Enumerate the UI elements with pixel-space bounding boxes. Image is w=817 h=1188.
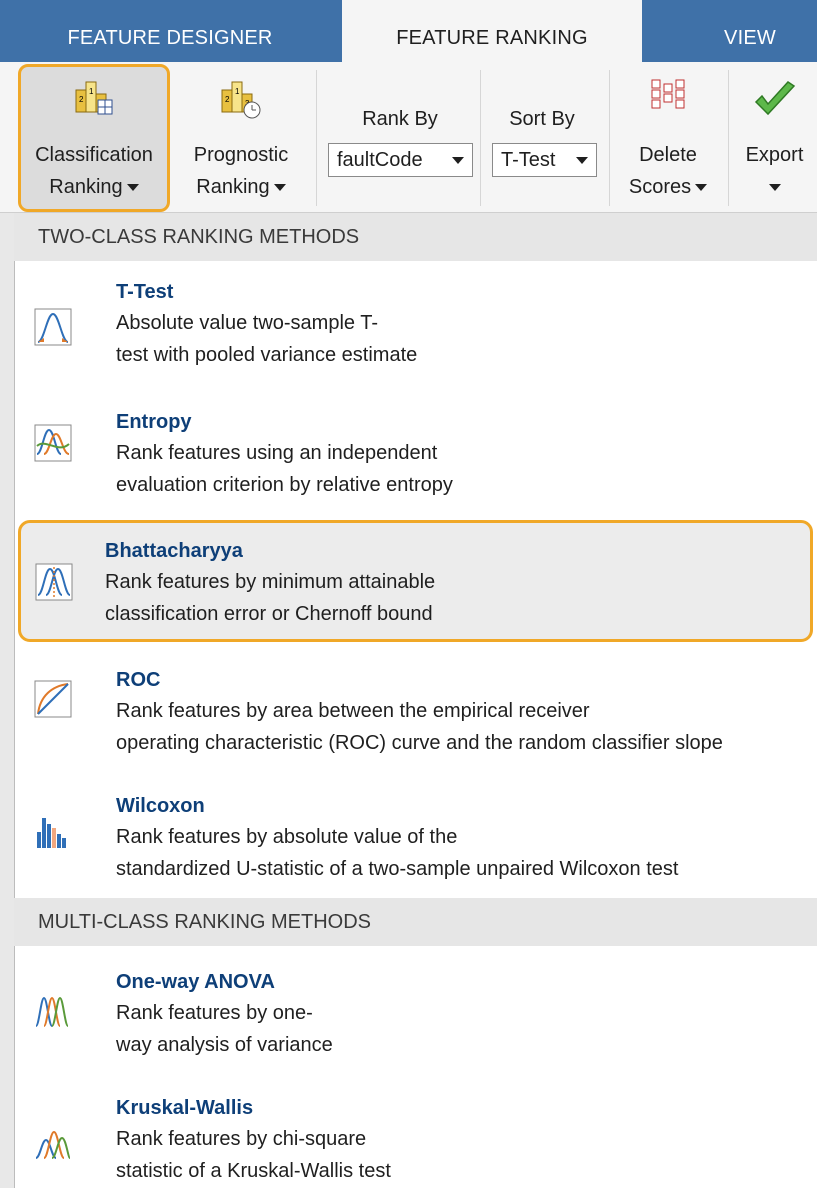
- menu-item-bhattacharyya[interactable]: Bhattacharyya Rank features by minimum a…: [18, 520, 813, 642]
- t-test-desc-2: test with pooled variance estimate: [116, 344, 418, 366]
- rank-by-label: Rank By: [362, 108, 438, 130]
- separator: [728, 70, 729, 206]
- kruskal-wallis-desc-2: statistic of a Kruskal-Wallis test: [116, 1160, 391, 1182]
- svg-text:1: 1: [235, 87, 240, 96]
- delete-scores-label-1: Delete: [639, 144, 697, 166]
- export-label: Export: [745, 144, 804, 166]
- t-test-title: T-Test: [116, 281, 174, 303]
- svg-text:2: 2: [225, 95, 230, 104]
- kruskal-wallis-title: Kruskal-Wallis: [116, 1097, 254, 1119]
- prognostic-ranking-label-2: Ranking: [176, 172, 306, 202]
- menu-item-wilcoxon[interactable]: Wilcoxon Rank features by absolute value…: [14, 782, 817, 892]
- menu-item-t-test[interactable]: T-Test Absolute value two-sample T- test…: [14, 268, 817, 378]
- entropy-icon: [34, 424, 72, 462]
- roc-icon: [34, 680, 72, 718]
- classification-ranking-button[interactable]: 2 1 3 Classification Ranking: [18, 62, 170, 212]
- delete-scores-icon: [651, 79, 685, 109]
- rank-by-value: faultCode: [337, 149, 423, 171]
- kruskal-wallis-desc-1: Rank features by chi-square: [116, 1128, 367, 1150]
- ranking-clock-icon: 2 1 3: [221, 81, 261, 119]
- delete-scores-button[interactable]: Delete Scores: [612, 62, 724, 212]
- prognostic-ranking-button[interactable]: 2 1 3 Prognostic Ranking: [176, 62, 306, 212]
- chevron-down-icon: [576, 157, 588, 164]
- wilcoxon-desc-2: standardized U-statistic of a two-sample…: [116, 858, 679, 880]
- classification-ranking-label-2: Ranking: [18, 172, 170, 202]
- menu-item-entropy[interactable]: Entropy Rank features using an independe…: [14, 396, 817, 506]
- chevron-down-icon: [768, 184, 781, 192]
- bhattacharyya-icon: [35, 563, 73, 601]
- prognostic-ranking-label-1: Prognostic: [193, 144, 289, 166]
- tab-feature-designer[interactable]: FEATURE DESIGNER: [40, 0, 300, 62]
- svg-text:1: 1: [89, 87, 94, 96]
- export-caret: [732, 172, 817, 202]
- anova-desc-2: way analysis of variance: [116, 1034, 333, 1056]
- menu-item-roc[interactable]: ROC Rank features by area between the em…: [14, 656, 817, 766]
- tab-feature-ranking[interactable]: FEATURE RANKING: [342, 0, 642, 64]
- separator: [480, 70, 481, 206]
- anova-icon: [35, 996, 69, 1027]
- kruskal-wallis-icon: [35, 1130, 71, 1159]
- wilcoxon-icon: [37, 818, 66, 848]
- rank-by-group: Rank By: [320, 62, 480, 212]
- entropy-title: Entropy: [116, 411, 192, 433]
- export-button[interactable]: Export: [732, 62, 817, 212]
- multi-class-section-header: MULTI-CLASS RANKING METHODS: [14, 898, 817, 946]
- two-class-section-header: TWO-CLASS RANKING METHODS: [14, 213, 817, 261]
- separator: [609, 70, 610, 206]
- wilcoxon-title: Wilcoxon: [116, 795, 205, 817]
- anova-title: One-way ANOVA: [116, 971, 275, 993]
- delete-scores-label-2: Scores: [612, 172, 724, 202]
- wilcoxon-desc-1: Rank features by absolute value of the: [116, 826, 458, 848]
- checkmark-icon: [754, 81, 796, 116]
- bhattacharyya-desc-1: Rank features by minimum attainable: [105, 571, 436, 593]
- sort-by-group: Sort By: [482, 62, 602, 212]
- roc-title: ROC: [116, 669, 161, 691]
- sort-by-label: Sort By: [509, 108, 575, 130]
- chevron-down-icon: [695, 184, 708, 192]
- svg-text:2: 2: [79, 95, 84, 104]
- classification-ranking-label-1: Classification: [35, 144, 153, 166]
- bhattacharyya-desc-2: classification error or Chernoff bound: [105, 603, 433, 625]
- ranking-table-icon: 2 1 3: [75, 81, 113, 115]
- tab-view[interactable]: VIEW: [700, 0, 800, 62]
- sort-by-value: T-Test: [501, 149, 556, 171]
- tab-strip: FEATURE DESIGNER FEATURE RANKING VIEW: [0, 0, 817, 64]
- sort-by-dropdown[interactable]: T-Test: [492, 143, 597, 177]
- menu-item-one-way-anova[interactable]: One-way ANOVA Rank features by one- way …: [14, 962, 817, 1072]
- entropy-desc-2: evaluation criterion by relative entropy: [116, 474, 453, 496]
- roc-desc-2: operating characteristic (ROC) curve and…: [116, 732, 723, 754]
- t-test-icon: [34, 308, 72, 346]
- entropy-desc-1: Rank features using an independent: [116, 442, 438, 464]
- background-strip: [0, 213, 14, 1188]
- chevron-down-icon: [452, 157, 464, 164]
- rank-by-dropdown[interactable]: faultCode: [328, 143, 473, 177]
- separator: [316, 70, 317, 206]
- chevron-down-icon: [126, 184, 139, 192]
- bhattacharyya-title: Bhattacharyya: [105, 540, 243, 562]
- anova-desc-1: Rank features by one-: [116, 1002, 313, 1024]
- chevron-down-icon: [273, 184, 286, 192]
- t-test-desc-1: Absolute value two-sample T-: [116, 312, 378, 334]
- menu-item-kruskal-wallis[interactable]: Kruskal-Wallis Rank features by chi-squa…: [14, 1094, 817, 1188]
- roc-desc-1: Rank features by area between the empiri…: [116, 700, 590, 722]
